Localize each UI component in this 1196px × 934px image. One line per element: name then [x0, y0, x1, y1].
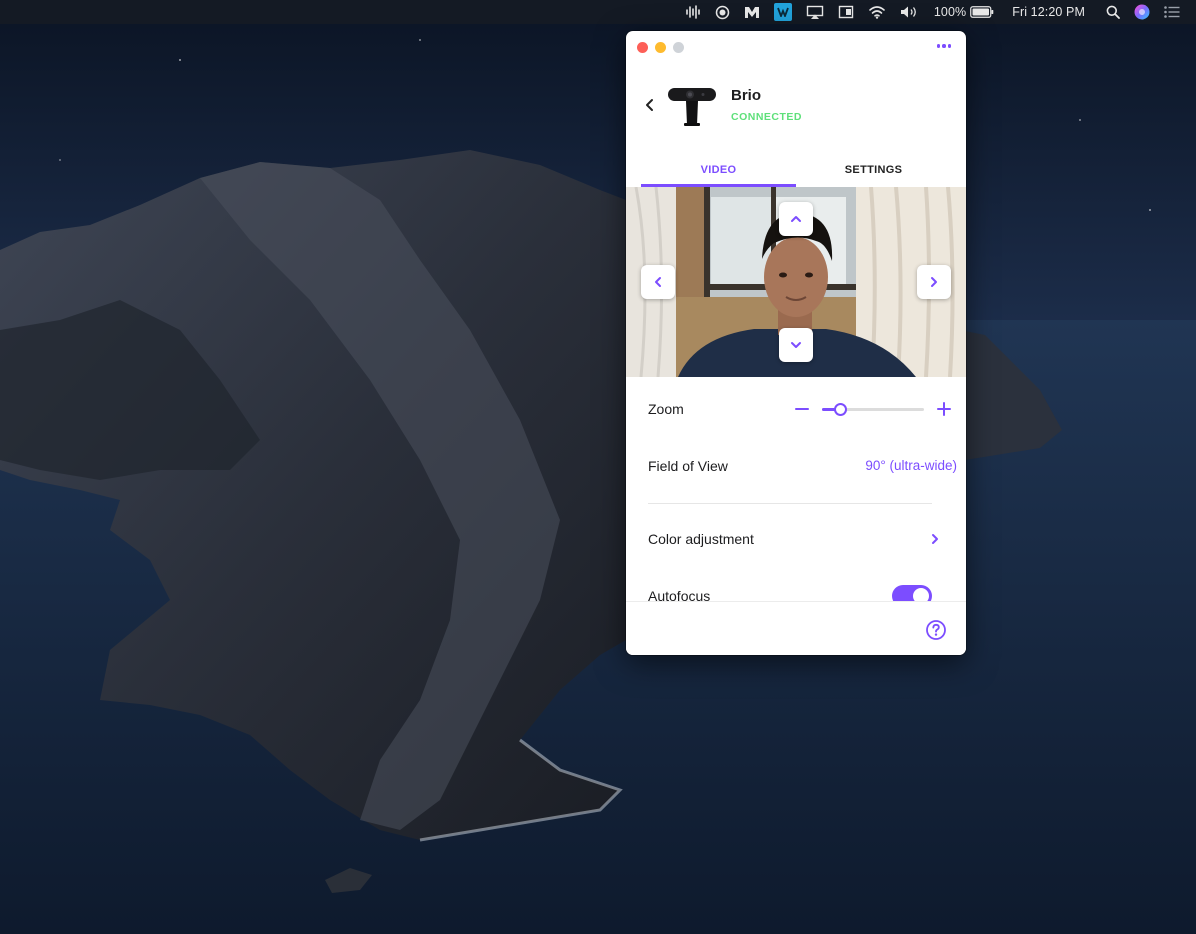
- minimize-window-button[interactable]: [655, 42, 666, 53]
- battery-icon: [970, 6, 994, 18]
- pan-left-button[interactable]: [641, 265, 675, 299]
- tab-bar: VIDEO SETTINGS: [641, 153, 951, 187]
- notification-center-icon[interactable]: [1164, 0, 1180, 24]
- logi-app-icon[interactable]: [773, 0, 792, 24]
- pan-down-button[interactable]: [779, 328, 813, 362]
- volume-icon[interactable]: [900, 0, 920, 24]
- menu-bar: 100% Fri 12:20 PM: [0, 0, 1196, 24]
- tab-video[interactable]: VIDEO: [641, 153, 796, 187]
- pan-up-button[interactable]: [779, 202, 813, 236]
- zoom-in-icon[interactable]: [936, 401, 952, 417]
- tab-settings[interactable]: SETTINGS: [796, 153, 951, 187]
- desktop-wallpaper: [0, 0, 1196, 934]
- field-of-view-label: Field of View: [648, 458, 728, 474]
- color-adjustment-row[interactable]: Color adjustment: [648, 531, 944, 551]
- pan-right-button[interactable]: [917, 265, 951, 299]
- device-name: Brio: [731, 87, 761, 104]
- back-chevron-icon[interactable]: [642, 97, 658, 113]
- audio-waveform-icon[interactable]: [685, 0, 701, 24]
- zoom-row: Zoom: [648, 401, 951, 421]
- zoom-out-icon[interactable]: [794, 401, 810, 417]
- section-divider: [648, 503, 932, 504]
- camera-preview: [626, 187, 966, 377]
- zoom-slider-thumb[interactable]: [834, 403, 848, 416]
- spotlight-search-icon[interactable]: [1106, 0, 1120, 24]
- window-controls: [637, 42, 684, 53]
- autofocus-label: Autofocus: [648, 588, 711, 601]
- field-of-view-value[interactable]: 90° (ultra-wide): [865, 458, 957, 473]
- more-options-icon[interactable]: [934, 39, 954, 53]
- webcam-device-icon: [668, 88, 716, 126]
- close-window-button[interactable]: [637, 42, 648, 53]
- wifi-icon[interactable]: [868, 0, 886, 24]
- record-icon[interactable]: [715, 0, 730, 24]
- zoom-label: Zoom: [648, 401, 684, 417]
- color-adjustment-label: Color adjustment: [648, 531, 754, 547]
- display-icon[interactable]: [838, 0, 854, 24]
- pan-down-icon: [791, 342, 801, 348]
- m-app-icon[interactable]: [744, 0, 760, 24]
- siri-icon[interactable]: [1134, 0, 1150, 24]
- battery-status[interactable]: 100%: [934, 0, 994, 24]
- airplay-icon[interactable]: [806, 0, 824, 24]
- field-of-view-row[interactable]: Field of View 90° (ultra-wide): [648, 458, 957, 478]
- pan-left-icon: [655, 277, 661, 287]
- zoom-slider[interactable]: [822, 403, 924, 416]
- help-circle-icon[interactable]: [925, 619, 947, 641]
- connection-status-badge: CONNECTED: [731, 111, 803, 123]
- autofocus-row: Autofocus: [626, 579, 966, 601]
- autofocus-toggle[interactable]: [892, 585, 932, 601]
- pan-right-icon: [931, 277, 937, 287]
- pan-up-icon: [791, 216, 801, 222]
- battery-percent: 100%: [933, 5, 967, 19]
- window-footer: [626, 601, 966, 655]
- zoom-window-button[interactable]: [673, 42, 684, 53]
- menu-clock[interactable]: Fri 12:20 PM: [1012, 0, 1085, 24]
- zoom-control: [794, 399, 954, 419]
- logi-tune-window: Brio CONNECTED VIDEO SETTINGS Zoom Field…: [626, 31, 966, 655]
- chevron-right-icon: [932, 534, 938, 544]
